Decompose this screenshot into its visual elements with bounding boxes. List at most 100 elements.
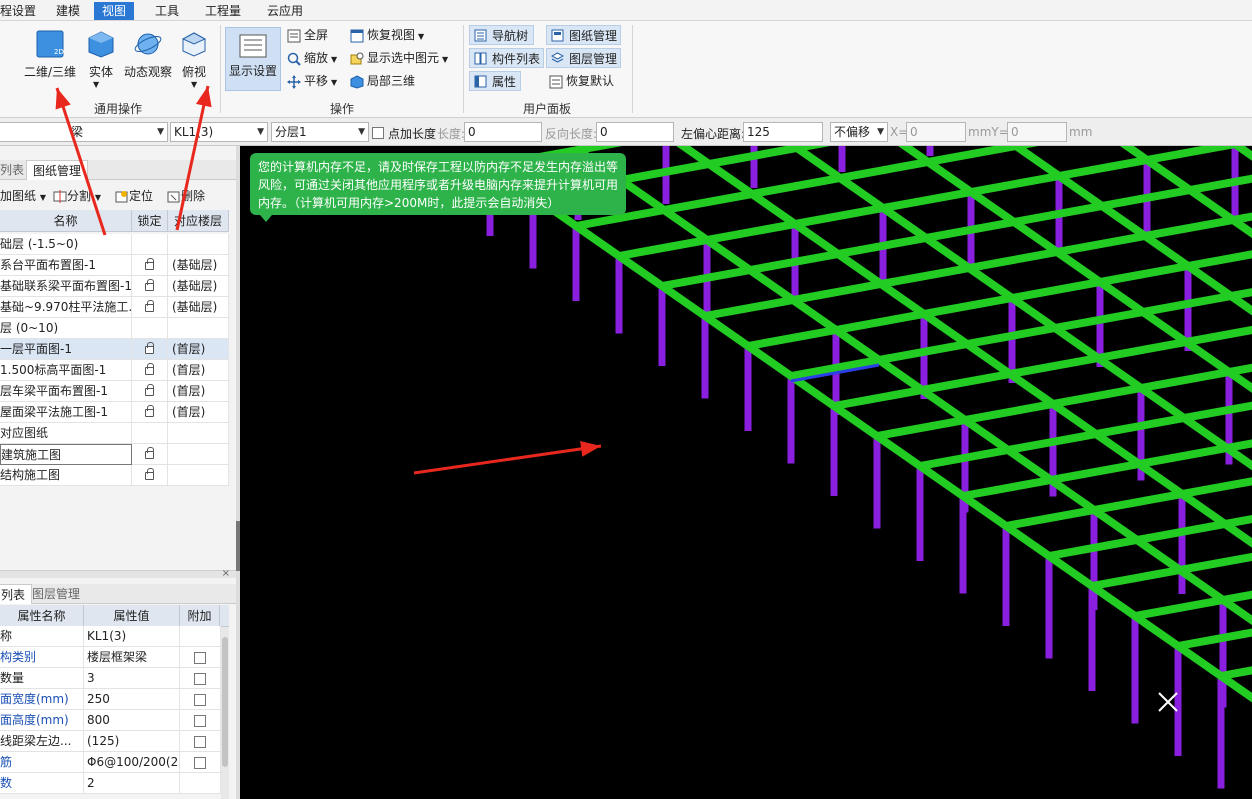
- drawing-manager-button[interactable]: 图纸管理: [546, 25, 621, 45]
- fullscreen-button[interactable]: 全屏: [287, 25, 328, 45]
- lock-icon[interactable]: [145, 363, 154, 375]
- tab-drawing-manager[interactable]: 图纸管理: [26, 160, 89, 180]
- drawing-name-cell[interactable]: 层车梁平面布置图-1: [0, 381, 132, 402]
- lock-icon[interactable]: [145, 447, 154, 459]
- menu-tools[interactable]: 工具: [155, 2, 179, 20]
- property-value-cell[interactable]: 3: [84, 668, 180, 689]
- drawing-name-cell[interactable]: 建筑施工图: [0, 444, 132, 465]
- property-value-cell[interactable]: (125): [84, 731, 180, 752]
- view-dropdown-icon[interactable]: ▼: [191, 80, 197, 89]
- drawing-row[interactable]: 对应图纸: [0, 423, 229, 444]
- drawing-lock-cell[interactable]: [132, 465, 168, 486]
- reverse-length-input[interactable]: 0: [596, 122, 674, 142]
- property-row[interactable]: 数2: [0, 773, 221, 794]
- property-value-cell[interactable]: 800: [84, 710, 180, 731]
- beam[interactable]: [666, 146, 1252, 674]
- zoom-button[interactable]: 缩放 ▼: [287, 48, 337, 68]
- drawing-row[interactable]: 建筑施工图: [0, 444, 229, 465]
- drawing-row[interactable]: 层 (0~10): [0, 318, 229, 339]
- property-checkbox[interactable]: [194, 693, 206, 706]
- menu-cloud[interactable]: 云应用: [267, 2, 303, 20]
- drawing-name-cell[interactable]: 结构施工图: [0, 465, 132, 486]
- close-icon[interactable]: [1157, 691, 1179, 713]
- lock-icon[interactable]: [145, 405, 154, 417]
- element-type-select[interactable]: 梁 ▼: [0, 122, 168, 142]
- drawing-name-cell[interactable]: 1.500标高平面图-1: [0, 360, 132, 381]
- drawing-name-cell[interactable]: 基础~9.970柱平法施工...: [0, 297, 132, 318]
- 3d-viewport[interactable]: 您的计算机内存不足，请及时保存工程以防内存不足发生内存溢出等风险，可通过关闭其他…: [240, 146, 1252, 799]
- drawing-row[interactable]: 基础~9.970柱平法施工... (基础层): [0, 297, 229, 318]
- drawing-name-cell[interactable]: 层 (0~10): [0, 318, 132, 339]
- drawing-lock-cell[interactable]: [132, 318, 168, 339]
- locate-button[interactable]: 定位: [115, 187, 153, 204]
- drawing-name-cell[interactable]: 基础联系梁平面布置图-1: [0, 276, 132, 297]
- drawing-name-cell[interactable]: 一层平面图-1: [0, 339, 132, 360]
- zoom-dropdown-icon[interactable]: ▼: [331, 55, 337, 64]
- drawing-row[interactable]: 屋面梁平法施工图-1 (首层): [0, 402, 229, 423]
- lock-icon[interactable]: [145, 279, 154, 291]
- properties-button[interactable]: 属性: [469, 71, 521, 91]
- drawing-row[interactable]: 结构施工图: [0, 465, 229, 486]
- drawing-row[interactable]: 础层 (-1.5~0): [0, 234, 229, 255]
- scrollbar-thumb[interactable]: [222, 637, 228, 767]
- drawing-lock-cell[interactable]: [132, 297, 168, 318]
- entity-dropdown-icon[interactable]: ▼: [93, 80, 99, 89]
- property-row[interactable]: 筋 Φ6@100/200(2): [0, 752, 221, 773]
- nav-tree-button[interactable]: 导航树: [469, 25, 534, 45]
- property-row[interactable]: 面宽度(mm) 250: [0, 689, 221, 710]
- lock-icon[interactable]: [145, 300, 154, 312]
- property-row[interactable]: 面高度(mm) 800: [0, 710, 221, 731]
- drawing-lock-cell[interactable]: [132, 234, 168, 255]
- props-scrollbar[interactable]: [221, 627, 229, 799]
- restore-dropdown-icon[interactable]: ▼: [418, 32, 424, 41]
- drawing-row[interactable]: 层车梁平面布置图-1 (首层): [0, 381, 229, 402]
- drawing-lock-cell[interactable]: [132, 255, 168, 276]
- offset-mode-select[interactable]: 不偏移 ▼: [830, 122, 888, 142]
- menu-project-settings[interactable]: 程设置: [0, 2, 36, 20]
- orbit-button[interactable]: 动态观察: [122, 29, 174, 80]
- beam[interactable]: [747, 218, 1252, 350]
- drawing-name-cell[interactable]: 屋面梁平法施工图-1: [0, 402, 132, 423]
- drawing-lock-cell[interactable]: [132, 444, 168, 465]
- property-row[interactable]: 构类别 楼层框架梁: [0, 647, 221, 668]
- drawing-name-cell[interactable]: 对应图纸: [0, 423, 132, 444]
- drawing-lock-cell[interactable]: [132, 276, 168, 297]
- drawing-row[interactable]: 一层平面图-1 (首层): [0, 339, 229, 360]
- drawing-name-cell[interactable]: 系台平面布置图-1: [0, 255, 132, 276]
- pan-dropdown-icon[interactable]: ▼: [331, 78, 337, 87]
- layer-select[interactable]: 分层1 ▼: [271, 122, 369, 142]
- property-row[interactable]: 数量 3: [0, 668, 221, 689]
- property-checkbox[interactable]: [194, 672, 206, 685]
- display-settings-button[interactable]: 显示设置: [225, 27, 281, 91]
- add-length-checkbox[interactable]: [372, 125, 384, 139]
- show-selected-dropdown-icon[interactable]: ▼: [442, 55, 448, 64]
- delete-button[interactable]: 删除: [167, 187, 205, 204]
- drawing-lock-cell[interactable]: [132, 381, 168, 402]
- pan-button[interactable]: 平移 ▼: [287, 71, 337, 91]
- offset-input[interactable]: 125: [743, 122, 823, 142]
- lock-icon[interactable]: [145, 384, 154, 396]
- lock-icon[interactable]: [145, 342, 154, 354]
- drawing-row[interactable]: 基础联系梁平面布置图-1 (基础层): [0, 276, 229, 297]
- length-input[interactable]: 0: [464, 122, 542, 142]
- y-input[interactable]: 0: [1007, 122, 1067, 142]
- drawing-name-cell[interactable]: 础层 (-1.5~0): [0, 234, 132, 255]
- property-value-cell[interactable]: Φ6@100/200(2): [84, 752, 180, 773]
- menu-modeling[interactable]: 建模: [56, 2, 80, 20]
- menu-view[interactable]: 视图: [94, 2, 135, 20]
- add-drawing-button[interactable]: 加图纸 ▼: [0, 187, 46, 204]
- restore-default-button[interactable]: 恢复默认: [549, 71, 614, 91]
- structure-3d-scene[interactable]: [240, 146, 1252, 799]
- property-value-cell[interactable]: 2: [84, 773, 180, 794]
- close-icon[interactable]: ×: [222, 568, 230, 579]
- property-value-cell[interactable]: 250: [84, 689, 180, 710]
- drawing-lock-cell[interactable]: [132, 423, 168, 444]
- property-value-cell[interactable]: KL1(3): [84, 626, 180, 647]
- layer-manager-button[interactable]: 图层管理: [546, 48, 621, 68]
- menu-quantity[interactable]: 工程量: [205, 2, 241, 20]
- property-checkbox[interactable]: [194, 651, 206, 664]
- restore-view-button[interactable]: 恢复视图 ▼: [350, 25, 424, 45]
- property-row[interactable]: 称 KL1(3): [0, 626, 221, 647]
- property-checkbox[interactable]: [194, 714, 206, 727]
- show-selected-button[interactable]: 显示选中图元 ▼: [350, 48, 448, 68]
